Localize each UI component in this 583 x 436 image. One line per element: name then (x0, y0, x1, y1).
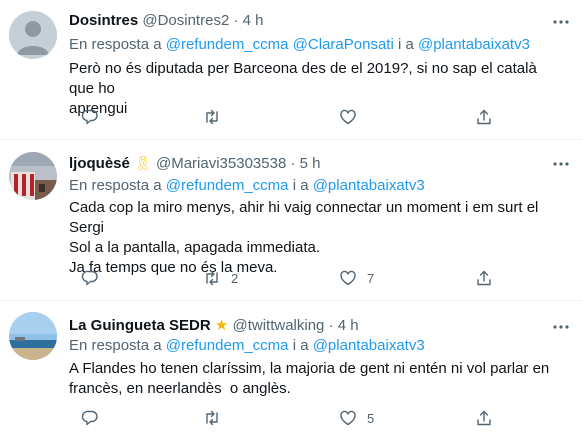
reply-icon (81, 410, 98, 426)
tweet-1[interactable]: Dosintres @Dosintres2 · 4 h En resposta … (0, 0, 583, 138)
separator-dot: · (328, 317, 334, 334)
display-name[interactable]: Dosintres (69, 12, 138, 29)
share-button[interactable] (475, 107, 493, 127)
share-icon (477, 270, 491, 286)
user-handle[interactable]: @Mariavi35303538 (156, 155, 286, 172)
reply-context: En resposta a @refundem_ccma @ClaraPonsa… (69, 35, 530, 55)
share-icon (477, 410, 491, 426)
mention-link[interactable]: @plantabaixatv3 (418, 36, 530, 53)
reply-icon (81, 109, 98, 125)
retweet-icon (206, 270, 218, 286)
default-avatar-icon (9, 11, 57, 59)
like-button[interactable]: 5 (339, 408, 374, 428)
like-button[interactable] (339, 107, 367, 127)
avatar-photo-icon (9, 152, 57, 200)
tweet-text: Cada cop la miro menys, ahir hi vaig con… (69, 199, 539, 276)
retweet-icon (206, 410, 218, 426)
yellow-ribbon-icon: 🎗 (134, 155, 152, 171)
action-bar: 5 (69, 408, 509, 428)
display-name[interactable]: La Guingueta SEDR (69, 317, 211, 334)
avatar-ljoquese[interactable] (9, 152, 57, 200)
avatar-la-guingueta[interactable] (9, 312, 57, 360)
display-name[interactable]: ljoquèsé (69, 155, 130, 172)
timestamp[interactable]: 4 h (243, 12, 264, 29)
retweet-button[interactable] (203, 408, 231, 428)
reply-prefix: En resposta a (69, 337, 162, 354)
mention-link[interactable]: @refundem_ccma (166, 177, 289, 194)
separator-dot: · (233, 12, 239, 29)
share-icon (477, 109, 491, 125)
share-button[interactable] (475, 268, 493, 288)
reply-context: En resposta a @refundem_ccma i a @planta… (69, 176, 425, 196)
reply-button[interactable] (81, 408, 109, 428)
reply-prefix: En resposta a (69, 177, 162, 194)
retweet-count: 2 (231, 270, 239, 286)
like-icon (340, 270, 356, 286)
reply-icon (81, 270, 98, 286)
share-button[interactable] (475, 408, 493, 428)
mention-link[interactable]: @plantabaixatv3 (313, 177, 425, 194)
separator-dot: · (290, 155, 296, 172)
reply-context: En resposta a @refundem_ccma i a @planta… (69, 336, 425, 356)
tweet-header: Dosintres @Dosintres2 · 4 h (69, 11, 264, 31)
more-icon[interactable] (552, 13, 570, 31)
mention-link[interactable]: @plantabaixatv3 (313, 337, 425, 354)
more-icon[interactable] (552, 318, 570, 336)
tweet-header: La Guingueta SEDR ★ @twittwalking · 4 h (69, 316, 359, 336)
mention-link[interactable]: @refundem_ccma (166, 337, 289, 354)
reply-and: i a (292, 337, 309, 354)
avatar-photo-icon (9, 312, 57, 360)
reply-and: i a (397, 36, 414, 53)
tweet-3[interactable]: La Guingueta SEDR ★ @twittwalking · 4 h … (0, 301, 583, 436)
star-icon: ★ (214, 317, 229, 334)
like-button[interactable]: 7 (339, 268, 374, 288)
timestamp[interactable]: 5 h (300, 155, 321, 172)
mention-links[interactable]: @refundem_ccma @ClaraPonsati (166, 36, 394, 53)
reply-and: i a (292, 177, 309, 194)
retweet-button[interactable]: 2 (203, 268, 238, 288)
like-count: 5 (367, 410, 375, 426)
like-icon (340, 410, 356, 426)
avatar-default[interactable] (9, 11, 57, 59)
tweet-text: A Flandes ho tenen claríssim, la majoria… (69, 360, 550, 397)
more-icon[interactable] (552, 155, 570, 173)
action-bar (69, 107, 509, 127)
user-handle[interactable]: @Dosintres2 (142, 12, 229, 29)
retweet-button[interactable] (203, 107, 231, 127)
like-icon (340, 109, 356, 125)
tweet-header: ljoquèsé 🎗 @Mariavi35303538 · 5 h (69, 153, 321, 174)
timestamp[interactable]: 4 h (338, 317, 359, 334)
retweet-icon (206, 109, 218, 125)
like-count: 7 (367, 270, 375, 286)
reply-button[interactable] (81, 268, 109, 288)
tweet-2[interactable]: ljoquèsé 🎗 @Mariavi35303538 · 5 h En res… (0, 140, 583, 296)
reply-prefix: En resposta a (69, 36, 162, 53)
reply-button[interactable] (81, 107, 109, 127)
action-bar: 2 7 (69, 268, 509, 288)
user-handle[interactable]: @twittwalking (232, 317, 324, 334)
